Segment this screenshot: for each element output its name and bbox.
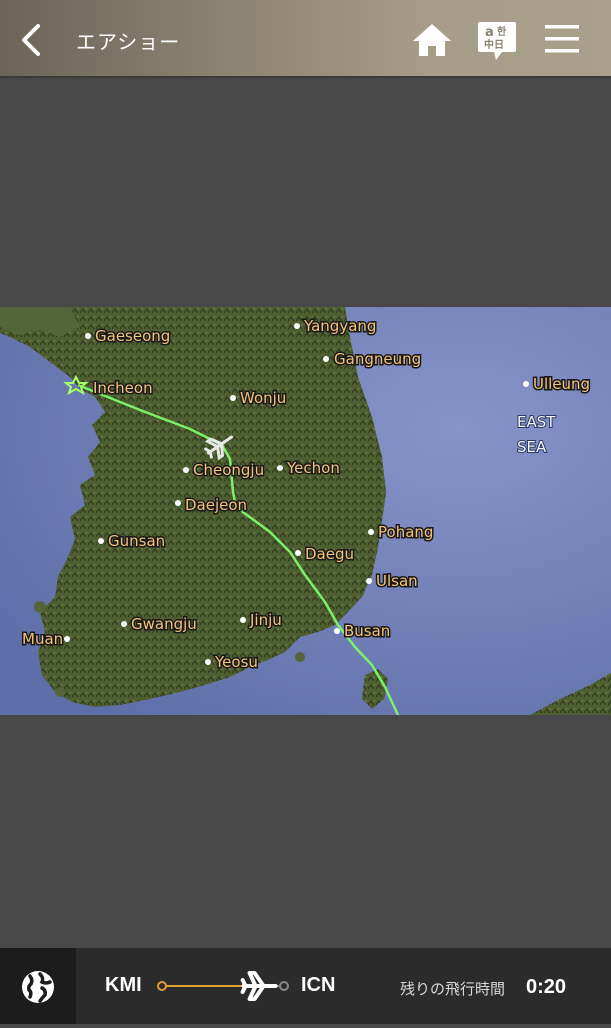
city-incheon: Incheon <box>92 378 155 399</box>
svg-text:Ulsan: Ulsan <box>376 572 418 590</box>
city-yechon: Yechon <box>277 458 341 479</box>
svg-text:Ulleung: Ulleung <box>533 375 590 393</box>
sea-label-sea: SEA <box>517 438 547 456</box>
city-daejeon: Daejeon <box>175 495 249 516</box>
menu-button[interactable] <box>543 22 581 56</box>
svg-text:Gunsan: Gunsan <box>108 532 165 550</box>
home-icon <box>413 24 451 56</box>
map-view-button[interactable] <box>0 948 76 1024</box>
island-small <box>295 652 305 662</box>
city-gwangju: Gwangju <box>121 614 198 635</box>
flight-progress <box>157 971 289 1001</box>
sea-label-east: EAST <box>517 413 556 431</box>
language-icon-text-cjk: 中日 <box>484 38 504 51</box>
city-gangneung: Gangneung <box>323 349 423 370</box>
svg-text:Busan: Busan <box>344 622 390 640</box>
svg-text:Daejeon: Daejeon <box>185 496 247 514</box>
svg-text:Wonju: Wonju <box>240 389 286 407</box>
remaining-time-value: 0:20 <box>526 976 567 998</box>
language-button[interactable]: a 한 中日 <box>476 18 518 64</box>
top-bar: エアショー a 한 中日 <box>0 0 611 78</box>
home-button[interactable] <box>410 20 454 60</box>
chevron-left-icon <box>22 24 40 56</box>
origin-code: KMI <box>105 974 142 996</box>
svg-text:Jinju: Jinju <box>249 611 282 629</box>
page-title: エアショー <box>76 30 181 54</box>
city-pohang: Pohang <box>368 522 435 543</box>
svg-text:Incheon: Incheon <box>93 379 153 397</box>
destination-dot <box>279 981 289 991</box>
city-cheongju: Cheongju <box>183 460 266 481</box>
svg-text:Gwangju: Gwangju <box>131 615 197 633</box>
svg-text:Pohang: Pohang <box>378 523 433 541</box>
city-gaeseong: Gaeseong <box>85 326 172 347</box>
svg-text:Yechon: Yechon <box>286 459 340 477</box>
plane-progress-icon <box>240 971 278 1001</box>
svg-text:Yangyang: Yangyang <box>303 317 376 335</box>
flight-status-bar: KMI ICN 残りの飛行時間 0:20 <box>0 948 611 1024</box>
svg-text:Gangneung: Gangneung <box>334 350 421 368</box>
language-icon-text-a: a <box>485 25 494 40</box>
island-small <box>34 601 46 613</box>
globe-icon <box>22 971 54 1003</box>
city-ulleung: Ulleung <box>523 374 592 395</box>
svg-text:Muan: Muan <box>22 630 63 648</box>
remaining-time-label: 残りの飛行時間 <box>400 980 506 998</box>
svg-text:Daegu: Daegu <box>305 545 354 563</box>
back-button[interactable] <box>14 20 50 60</box>
hamburger-menu-icon <box>545 25 579 53</box>
flight-map[interactable]: Gaeseong Yangyang Gangneung Incheon Wonj… <box>0 307 611 715</box>
origin-dot <box>157 981 167 991</box>
svg-text:Cheongju: Cheongju <box>193 461 264 479</box>
language-icon: a 한 中日 <box>478 22 516 60</box>
city-muan: Muan <box>21 629 70 650</box>
destination-code: ICN <box>301 974 336 996</box>
city-gunsan: Gunsan <box>98 531 167 552</box>
svg-text:Gaeseong: Gaeseong <box>95 327 170 345</box>
language-icon-text-ko: 한 <box>497 26 507 38</box>
city-yangyang: Yangyang <box>294 316 378 337</box>
island-small <box>55 687 65 697</box>
svg-text:Yeosu: Yeosu <box>214 653 258 671</box>
